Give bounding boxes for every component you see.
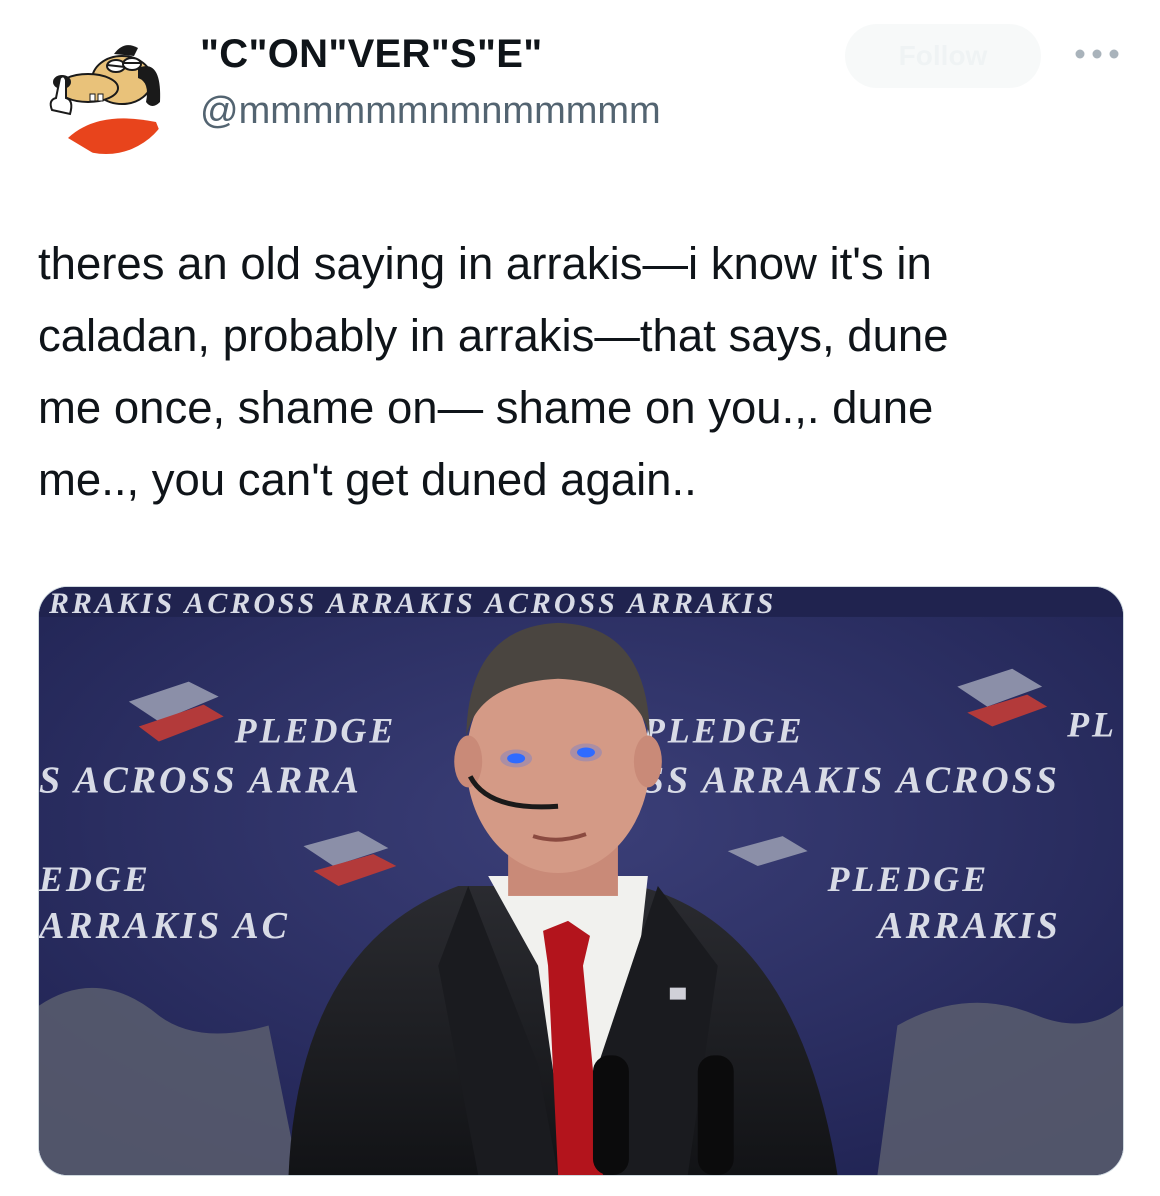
tweet-text-line: theres an old saying in arrakis—i know i… xyxy=(38,238,932,289)
more-dots-icon xyxy=(1075,49,1119,59)
author-avatar[interactable] xyxy=(38,18,174,154)
author-display-name[interactable]: "C"ON"VER"S"E" xyxy=(200,32,542,77)
author-handle[interactable]: @mmmmmmnmnmmmmm xyxy=(200,90,661,133)
backdrop-text: S ACROSS ARRA xyxy=(39,759,362,801)
press-conference-image: RRAKIS ACROSS ARRAKIS ACROSS ARRAKIS PLE… xyxy=(39,587,1123,1175)
tweet-text: theres an old saying in arrakis—i know i… xyxy=(38,228,1128,516)
backdrop-text: EDGE xyxy=(39,859,151,899)
tweet-media-image[interactable]: RRAKIS ACROSS ARRAKIS ACROSS ARRAKIS PLE… xyxy=(38,586,1124,1176)
cartoon-dog-avatar-icon xyxy=(38,18,174,154)
tweet-text-line: me.., you can't get duned again.. xyxy=(38,454,697,505)
more-options-button[interactable] xyxy=(1070,34,1124,74)
backdrop-text: PL xyxy=(1066,705,1117,745)
backdrop-text: RRAKIS ACROSS ARRAKIS ACROSS ARRAKIS xyxy=(48,587,776,620)
backdrop-text: PLEDGE xyxy=(642,710,805,750)
backdrop-text: SS ARRAKIS ACROSS xyxy=(643,759,1060,801)
backdrop-text: ARRAKIS AC xyxy=(39,905,290,947)
tweet-text-line: caladan, probably in arrakis—that says, … xyxy=(38,310,949,361)
backdrop-text: PLEDGE xyxy=(234,710,397,750)
backdrop-text: PLEDGE xyxy=(827,859,990,899)
backdrop-text: ARRAKIS xyxy=(875,905,1060,947)
follow-button[interactable]: Follow xyxy=(845,24,1041,88)
tweet-text-line: me once, shame on— shame on you.,. dune xyxy=(38,382,934,433)
